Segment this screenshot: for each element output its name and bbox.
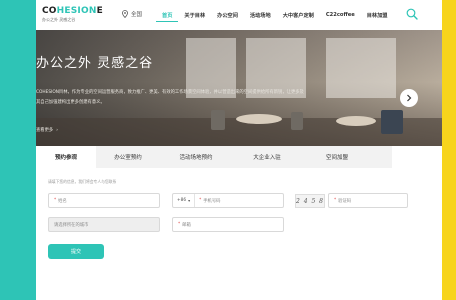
nav-item-enterprise[interactable]: 大中客户定制 — [277, 12, 320, 22]
hero-table-decor — [336, 116, 376, 126]
top-header: COHESIONE 办公之外 灵感之谷 全国 首页 关于目林 办公空间 活动场地… — [36, 0, 442, 30]
tab-franchise[interactable]: 空间加盟 — [302, 146, 372, 168]
nav-item-home[interactable]: 首页 — [156, 12, 179, 22]
main-nav: 首页 关于目林 办公空间 活动场地 大中客户定制 C22coffee 目林加盟 — [156, 12, 394, 22]
captcha-field[interactable]: * 验证码 — [328, 193, 408, 208]
hero-chair-decor — [211, 110, 225, 130]
booking-form: 请填下您的信息，我们将会专人与您联系 * 姓名 +86 ▾ * 手机号码 2 4… — [36, 168, 442, 300]
captcha-placeholder: 验证码 — [338, 198, 352, 204]
name-field[interactable]: * 姓名 — [48, 193, 160, 208]
country-code-value: +86 — [177, 198, 187, 203]
hero-title: 办公之外 灵感之谷 — [36, 56, 154, 71]
tab-visit[interactable]: 预约参观 — [36, 146, 96, 168]
tab-enterprise[interactable]: 大企业入驻 — [232, 146, 302, 168]
search-icon[interactable] — [406, 8, 418, 20]
hero-more-label: 查看更多 — [36, 128, 54, 133]
brand-logo[interactable]: COHESIONE 办公之外 灵感之谷 — [42, 6, 112, 26]
phone-field[interactable]: +86 ▾ * 手机号码 — [172, 193, 284, 208]
required-mark: * — [334, 198, 337, 203]
nav-item-about[interactable]: 关于目林 — [178, 12, 211, 22]
nav-item-event-venue[interactable]: 活动场地 — [244, 12, 277, 22]
location-label: 全国 — [131, 12, 143, 18]
submit-button[interactable]: 提交 — [48, 244, 104, 259]
chevron-right-icon — [407, 94, 412, 102]
form-hint: 请填下您的信息，我们将会专人与您联系 — [48, 179, 117, 184]
hero-description: COHESION目林，作为专业的空间运营服务商，致力推广、更美、有效的工作场景空… — [36, 90, 304, 105]
hero-window-decor — [326, 38, 396, 98]
nav-item-franchise[interactable]: 目林加盟 — [361, 12, 394, 22]
required-mark: * — [199, 198, 202, 203]
page: COHESIONE 办公之外 灵感之谷 全国 首页 关于目林 办公空间 活动场地… — [36, 0, 442, 300]
right-accent-bar — [442, 0, 456, 300]
hero-sofa-decor — [381, 110, 403, 134]
nav-item-coffee[interactable]: C22coffee — [320, 12, 361, 22]
arrow-right-icon: › — [56, 127, 58, 133]
phone-placeholder: 手机号码 — [203, 198, 221, 204]
nav-item-office-space[interactable]: 办公空间 — [211, 12, 244, 22]
captcha-image[interactable]: 2 4 5 8 — [295, 194, 325, 208]
booking-tabs: 预约参观 办公室预约 活动场地预约 大企业入驻 空间加盟 — [36, 146, 392, 168]
hero-table-decor — [236, 114, 282, 124]
required-mark: * — [54, 198, 57, 203]
city-placeholder: 请选择所在的城市 — [54, 222, 89, 228]
email-field[interactable]: * 邮箱 — [172, 217, 284, 232]
city-select[interactable]: 请选择所在的城市 — [48, 217, 160, 232]
hero-more-link[interactable]: 查看更多 › — [36, 127, 58, 134]
tab-office[interactable]: 办公室预约 — [96, 146, 160, 168]
hero-chair-decor — [291, 112, 303, 130]
logo-wordmark: COHESIONE — [42, 6, 103, 16]
carousel-next-button[interactable] — [400, 89, 418, 107]
left-accent-bar — [0, 0, 36, 300]
country-code-select[interactable]: +86 ▾ — [177, 194, 196, 207]
logo-tagline: 办公之外 灵感之谷 — [42, 17, 76, 22]
email-placeholder: 邮箱 — [182, 222, 191, 228]
location-pin-icon — [122, 10, 128, 18]
tab-venue[interactable]: 活动场地预约 — [160, 146, 232, 168]
hero-banner: 办公之外 灵感之谷 COHESION目林，作为专业的空间运营服务商，致力推广、更… — [36, 30, 442, 146]
chevron-down-icon: ▾ — [188, 198, 191, 203]
required-mark: * — [178, 222, 181, 227]
name-placeholder: 姓名 — [58, 198, 67, 204]
location-selector[interactable]: 全国 — [122, 10, 142, 18]
